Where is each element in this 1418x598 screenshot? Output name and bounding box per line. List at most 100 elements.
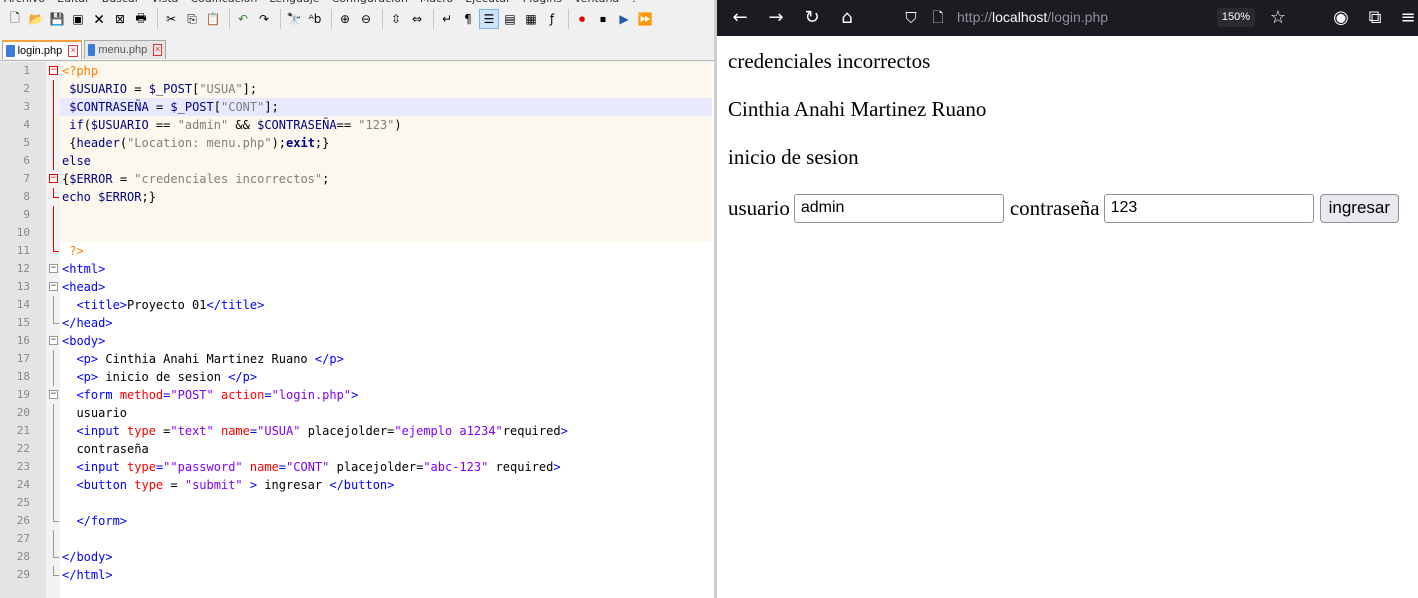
password-input[interactable] (1103, 193, 1314, 223)
fold-toggle-icon[interactable]: − (49, 264, 58, 273)
show-all-characters-icon[interactable]: ¶ (459, 10, 477, 28)
code-line[interactable]: 24 <button type = "submit" > ingresar </… (0, 476, 714, 494)
zoom-out-icon[interactable]: ⊖ (357, 10, 375, 28)
code-text: $CONTRASEÑA = $_POST["CONT"]; (62, 98, 279, 116)
code-line[interactable]: 9 (0, 206, 714, 224)
paste-icon[interactable]: 📋 (204, 10, 222, 28)
code-token: "CONT" (286, 460, 330, 474)
open-folder-icon[interactable]: 📂 (27, 10, 45, 28)
replace-icon[interactable]: ᴬb (306, 10, 324, 28)
print-icon[interactable]: 🖶 (132, 10, 150, 28)
code-line[interactable]: 6 else (0, 152, 714, 170)
code-line[interactable]: 13 − <head> (0, 278, 714, 296)
tab-menu-php[interactable]: menu.php × (84, 40, 166, 59)
code-line[interactable]: 22 contraseña (0, 440, 714, 458)
user-input[interactable] (793, 193, 1004, 223)
code-line[interactable]: 23 <input type=""password" name="CONT" p… (0, 458, 714, 476)
zoom-in-icon[interactable]: ⊕ (336, 10, 354, 28)
fold-toggle-icon[interactable]: − (49, 174, 58, 183)
run-macro-multiple-icon[interactable]: ⏩ (636, 10, 654, 28)
code-line[interactable]: 17 <p> Cinthia Anahi Martinez Ruano </p> (0, 350, 714, 368)
play-macro-icon[interactable]: ▶ (615, 10, 633, 28)
login-heading: inicio de sesion (728, 145, 859, 169)
code-line[interactable]: 3 $CONTRASEÑA = $_POST["CONT"]; (0, 98, 714, 116)
code-line[interactable]: 27 (0, 530, 714, 548)
code-line[interactable]: 28 </body> (0, 548, 714, 566)
close-tab-icon[interactable]: × (68, 44, 78, 57)
url-bar[interactable]: http://localhost/login.php (957, 9, 1108, 25)
line-number: 9 (23, 208, 30, 221)
code-line[interactable]: 20 usuario (0, 404, 714, 422)
close-file-icon[interactable]: 🗙 (90, 10, 108, 28)
code-line[interactable]: 18 <p> inicio de sesion </p> (0, 368, 714, 386)
account-icon[interactable]: ◉ (1330, 7, 1352, 29)
fold-toggle-icon[interactable]: − (49, 336, 58, 345)
stop-macro-icon[interactable]: ⏹ (594, 10, 612, 28)
code-line[interactable]: 11 ?> (0, 242, 714, 260)
sync-horizontal-icon[interactable]: ⇔ (408, 10, 426, 28)
page-icon[interactable]: 🗋 (927, 7, 949, 29)
shield-icon[interactable]: ⛉ (900, 7, 922, 29)
code-lines: 1− <?php 2 $USUARIO = $_POST["USUA"]; 3 $CO… (0, 62, 714, 584)
code-line[interactable]: 1 − <?php (0, 62, 714, 80)
home-icon[interactable]: ⌂ (836, 7, 858, 29)
new-file-icon[interactable]: 🗋 (6, 10, 24, 28)
fold-toggle-icon[interactable]: − (49, 282, 58, 291)
save-icon[interactable]: 💾 (48, 10, 66, 28)
code-line[interactable]: 16 − <body> (0, 332, 714, 350)
fold-line (53, 404, 54, 422)
indent-guide-icon[interactable]: ☰ (479, 9, 499, 29)
undo-icon[interactable]: ↶ (234, 10, 252, 28)
code-token: required (488, 460, 554, 474)
code-token: <p> (76, 352, 99, 366)
sync-vertical-icon[interactable]: ⇳ (387, 10, 405, 28)
close-tab-icon[interactable]: × (153, 44, 162, 56)
extensions-icon[interactable]: ⧉ (1364, 7, 1386, 29)
code-line[interactable]: 10 (0, 224, 714, 242)
find-icon[interactable]: 🔭 (285, 10, 303, 28)
code-line[interactable]: 29 </html> (0, 566, 714, 584)
copy-icon[interactable]: ⎘ (183, 10, 201, 28)
word-wrap-icon[interactable]: ↵ (438, 10, 456, 28)
code-line[interactable]: 8 echo $ERROR;} (0, 188, 714, 206)
code-token: ingresar (257, 478, 330, 492)
forward-arrow-icon[interactable]: → (765, 7, 787, 29)
code-token: <body> (62, 334, 106, 348)
redo-icon[interactable]: ↷ (255, 10, 273, 28)
code-line[interactable]: 2 $USUARIO = $_POST["USUA"]; (0, 80, 714, 98)
code-line[interactable]: 7 − {$ERROR = "credenciales incorrectos"; (0, 170, 714, 188)
close-all-icon[interactable]: ⊠ (111, 10, 129, 28)
reload-icon[interactable]: ↻ (801, 7, 823, 29)
code-line[interactable]: 4 if($USUARIO == "admin" && $CONTRASEÑA=… (0, 116, 714, 134)
cut-icon[interactable]: ✂ (162, 10, 180, 28)
fold-toggle-icon[interactable]: − (49, 66, 58, 75)
fold-line (53, 80, 54, 98)
document-map-icon[interactable]: ▦ (522, 10, 540, 28)
code-token: $_POST (148, 82, 193, 96)
back-arrow-icon[interactable]: ← (729, 7, 751, 29)
code-text: <p> inicio de sesion </p> (62, 368, 257, 386)
record-macro-icon[interactable]: ⏺ (573, 10, 591, 28)
menu-hamburger-icon[interactable]: ≡ (1397, 7, 1418, 29)
user-language-icon[interactable]: ▤ (501, 10, 519, 28)
fold-toggle-icon[interactable]: − (49, 390, 58, 399)
code-editor[interactable]: 1− <?php 2 $USUARIO = $_POST["USUA"]; 3 $CO… (0, 62, 714, 598)
tab-login-php[interactable]: login.php × (2, 40, 82, 59)
function-list-icon[interactable]: ƒ (543, 10, 561, 28)
line-number: 6 (23, 154, 30, 167)
bookmark-star-icon[interactable]: ☆ (1267, 7, 1289, 29)
line-number: 19 (16, 388, 30, 401)
submit-button[interactable]: ingresar (1319, 193, 1400, 223)
code-line[interactable]: 14 <title>Proyecto 01</title> (0, 296, 714, 314)
code-line[interactable]: 12 − <html> (0, 260, 714, 278)
zoom-level-badge[interactable]: 150% (1217, 8, 1255, 27)
code-line[interactable]: 19− <form method="POST" action="login.ph… (0, 386, 714, 404)
code-line[interactable]: 25 (0, 494, 714, 512)
code-line[interactable]: 26 </form> (0, 512, 714, 530)
code-text: <body> (62, 332, 105, 350)
save-all-icon[interactable]: ▣ (69, 10, 87, 28)
code-token: "Location: menu.php" (127, 136, 272, 150)
code-line[interactable]: 15 </head> (0, 314, 714, 332)
code-line[interactable]: 5 {header("Location: menu.php");exit;} (0, 134, 714, 152)
code-line[interactable]: 21 <input type ="text" name="USUA" place… (0, 422, 714, 440)
